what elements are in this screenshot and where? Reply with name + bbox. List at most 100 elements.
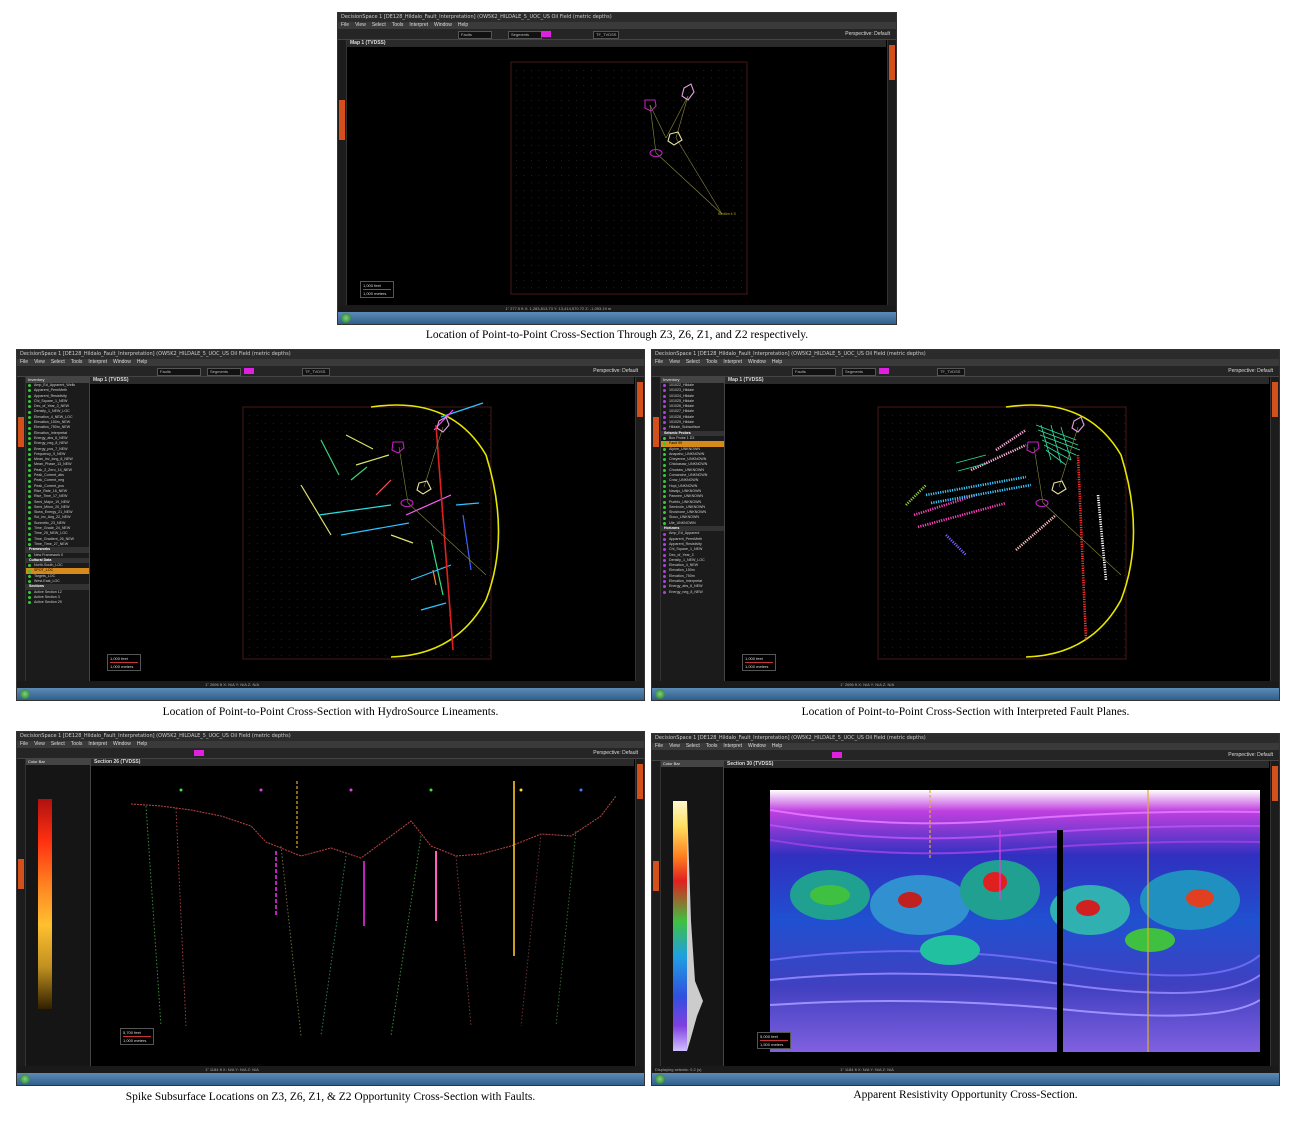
color-swatch[interactable] — [194, 750, 204, 756]
visibility-toggle-icon[interactable] — [663, 474, 666, 478]
segments-dropdown[interactable]: Segments — [508, 31, 542, 39]
visibility-toggle-icon[interactable] — [663, 384, 666, 388]
menu-items[interactable]: File View Select Tools Interpret Window Help — [20, 359, 153, 365]
inventory-item[interactable]: Ute_UNKNOWN — [661, 521, 724, 526]
menu-items[interactable]: File View Select Tools Interpret Window Help — [655, 743, 788, 749]
visibility-toggle-icon[interactable] — [28, 437, 31, 441]
right-orange-tab[interactable] — [637, 382, 643, 417]
visibility-toggle-icon[interactable] — [663, 585, 666, 589]
menu-item-window[interactable]: Window — [434, 22, 452, 28]
start-button[interactable] — [20, 689, 30, 699]
visibility-toggle-icon[interactable] — [28, 511, 31, 515]
menu-item-view[interactable]: View — [34, 741, 45, 747]
faults-dropdown[interactable]: Faults — [792, 368, 836, 376]
color-swatch[interactable] — [541, 31, 551, 37]
visibility-toggle-icon[interactable] — [663, 484, 666, 488]
visibility-toggle-icon[interactable] — [28, 458, 31, 462]
menu-item-select[interactable]: Select — [51, 741, 65, 747]
inventory-item[interactable]: New Framework 0 — [26, 553, 89, 558]
colorbar-gradient[interactable] — [673, 801, 687, 1051]
menu-item-window[interactable]: Window — [113, 741, 131, 747]
visibility-toggle-icon[interactable] — [663, 463, 666, 467]
visibility-toggle-icon[interactable] — [663, 537, 666, 541]
domain-dropdown[interactable]: TF_TVDSS — [593, 31, 619, 39]
visibility-toggle-icon[interactable] — [28, 543, 31, 547]
visibility-toggle-icon[interactable] — [663, 426, 666, 430]
left-orange-tab[interactable] — [18, 417, 24, 447]
menu-item-file[interactable]: File — [655, 359, 663, 365]
visibility-toggle-icon[interactable] — [663, 410, 666, 414]
z6-marker[interactable] — [681, 83, 695, 101]
faults-dropdown[interactable]: Faults — [458, 31, 492, 39]
start-button[interactable] — [655, 1074, 665, 1084]
visibility-toggle-icon[interactable] — [28, 569, 31, 573]
visibility-toggle-icon[interactable] — [28, 410, 31, 414]
visibility-toggle-icon[interactable] — [663, 468, 666, 472]
faults-dropdown[interactable]: Faults — [157, 368, 201, 376]
menu-item-select[interactable]: Select — [372, 22, 386, 28]
visibility-toggle-icon[interactable] — [28, 405, 31, 409]
menu-item-select[interactable]: Select — [686, 359, 700, 365]
left-orange-tab[interactable] — [18, 859, 24, 889]
right-orange-tab[interactable] — [637, 764, 643, 799]
z6-marker[interactable] — [1071, 416, 1085, 433]
visibility-toggle-icon[interactable] — [28, 590, 31, 594]
z3-marker[interactable] — [391, 441, 405, 454]
menu-bar[interactable]: File View Select Tools Interpret Window Help — [652, 359, 1279, 366]
menu-items[interactable]: File View Select Tools Interpret Window Help — [341, 22, 474, 28]
start-button[interactable] — [655, 689, 665, 699]
menu-item-view[interactable]: View — [669, 359, 680, 365]
menu-item-file[interactable]: File — [341, 22, 349, 28]
menu-item-help[interactable]: Help — [772, 743, 782, 749]
menu-item-view[interactable]: View — [34, 359, 45, 365]
visibility-toggle-icon[interactable] — [663, 521, 666, 525]
visibility-toggle-icon[interactable] — [28, 384, 31, 388]
visibility-toggle-icon[interactable] — [663, 458, 666, 462]
inventory-item[interactable]: Active Section 29 — [26, 600, 89, 605]
perspective-selector[interactable]: Perspective: Default — [593, 368, 638, 374]
menu-item-help[interactable]: Help — [137, 359, 147, 365]
menu-bar[interactable]: File View Select Tools Interpret Window Help — [17, 741, 644, 748]
visibility-toggle-icon[interactable] — [663, 389, 666, 393]
z3-marker[interactable] — [1026, 441, 1040, 454]
visibility-toggle-icon[interactable] — [663, 511, 666, 515]
visibility-toggle-icon[interactable] — [28, 553, 31, 557]
visibility-toggle-icon[interactable] — [663, 500, 666, 504]
z1-marker[interactable] — [667, 131, 683, 146]
visibility-toggle-icon[interactable] — [663, 558, 666, 562]
menu-bar[interactable]: File View Select Tools Interpret Window Help — [17, 359, 644, 366]
visibility-toggle-icon[interactable] — [28, 394, 31, 398]
menu-item-window[interactable]: Window — [748, 359, 766, 365]
menu-item-tools[interactable]: Tools — [706, 743, 718, 749]
start-button[interactable] — [20, 1074, 30, 1084]
menu-item-tools[interactable]: Tools — [392, 22, 404, 28]
visibility-toggle-icon[interactable] — [663, 574, 666, 578]
z1-marker[interactable] — [1051, 480, 1067, 495]
left-orange-tab[interactable] — [339, 100, 345, 140]
visibility-toggle-icon[interactable] — [28, 463, 31, 467]
perspective-selector[interactable]: Perspective: Default — [1228, 752, 1273, 758]
segments-dropdown[interactable]: Segments — [842, 368, 876, 376]
visibility-toggle-icon[interactable] — [663, 405, 666, 409]
visibility-toggle-icon[interactable] — [663, 453, 666, 457]
menu-item-interpret[interactable]: Interpret — [723, 743, 742, 749]
inventory-item[interactable]: West-East_LOC — [26, 579, 89, 584]
menu-item-file[interactable]: File — [20, 359, 28, 365]
perspective-selector[interactable]: Perspective: Default — [1228, 368, 1273, 374]
visibility-toggle-icon[interactable] — [28, 596, 31, 600]
cross-section-view[interactable] — [101, 776, 626, 1056]
visibility-toggle-icon[interactable] — [663, 415, 666, 419]
start-button[interactable] — [341, 313, 351, 323]
visibility-toggle-icon[interactable] — [28, 532, 31, 536]
visibility-toggle-icon[interactable] — [28, 495, 31, 499]
visibility-toggle-icon[interactable] — [663, 421, 666, 425]
resistivity-section-view[interactable] — [770, 790, 1260, 1052]
visibility-toggle-icon[interactable] — [663, 543, 666, 547]
menu-item-tools[interactable]: Tools — [71, 741, 83, 747]
menu-item-select[interactable]: Select — [51, 359, 65, 365]
domain-dropdown[interactable]: TF_TVDSS — [937, 368, 965, 376]
menu-item-help[interactable]: Help — [772, 359, 782, 365]
right-orange-tab[interactable] — [1272, 382, 1278, 417]
visibility-toggle-icon[interactable] — [663, 564, 666, 568]
visibility-toggle-icon[interactable] — [28, 415, 31, 419]
